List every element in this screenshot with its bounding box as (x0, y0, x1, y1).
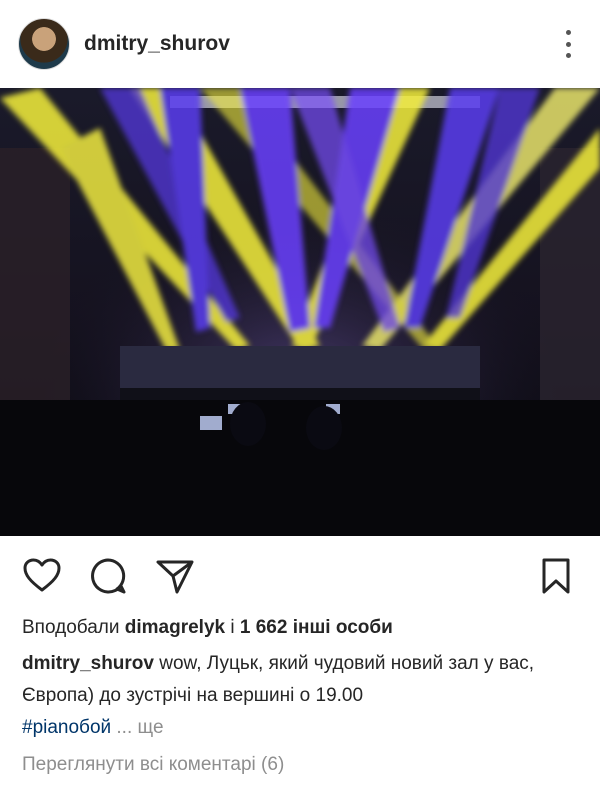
likes-prefix: Вподобали (22, 617, 120, 638)
profile-avatar[interactable] (18, 18, 70, 70)
liker-username[interactable]: dimagrelyk (125, 617, 225, 638)
post-photo[interactable] (0, 88, 600, 536)
more-vertical-icon[interactable] (564, 30, 572, 58)
likes-summary: Вподобали dimagrelyk і 1 662 інші особи (0, 614, 600, 642)
hashtag-link[interactable]: #pianoбой (22, 717, 111, 738)
post-author-username[interactable]: dmitry_shurov (84, 32, 230, 56)
others-count-link[interactable]: 1 662 інші особи (240, 617, 393, 638)
post-caption: dmitry_shurov wow, Луцьк, який чудовий н… (0, 648, 600, 744)
view-all-comments-link[interactable]: Переглянути всі коментарі (6) (0, 754, 600, 776)
bookmark-icon[interactable] (536, 556, 576, 596)
caption-author[interactable]: dmitry_shurov (22, 653, 154, 674)
post-actions-bar (0, 536, 600, 614)
likes-joiner: і (230, 617, 235, 638)
caption-more-link[interactable]: ... ще (116, 717, 163, 738)
post-header: dmitry_shurov (0, 0, 600, 88)
share-icon[interactable] (155, 556, 195, 596)
comment-icon[interactable] (88, 556, 128, 596)
heart-icon[interactable] (22, 556, 62, 596)
